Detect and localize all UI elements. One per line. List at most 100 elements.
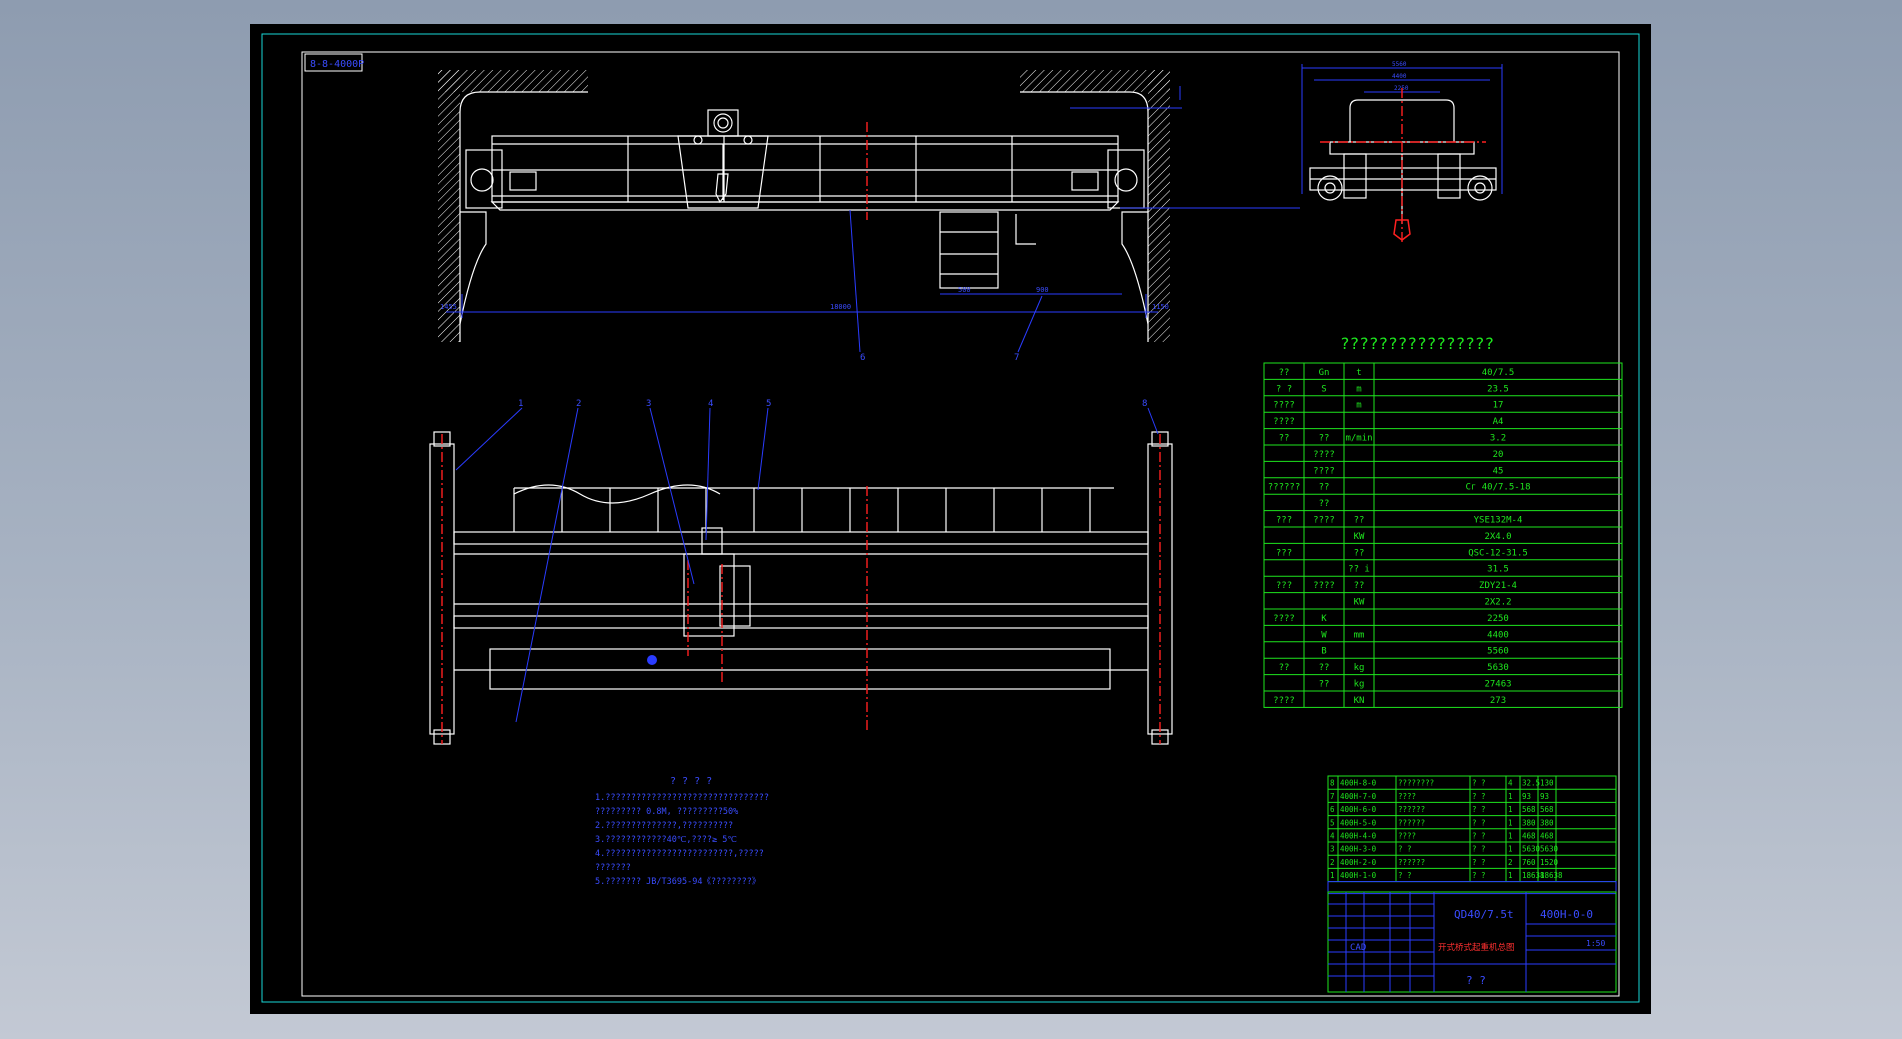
parts-list-cell: 400H-7-0 xyxy=(1340,792,1377,801)
parts-list-cell: 93 xyxy=(1522,792,1531,801)
parts-list-cell: ? ? xyxy=(1472,792,1486,801)
parts-list-cell: 568 xyxy=(1540,805,1554,814)
spec-table-cell: 45 xyxy=(1493,466,1504,476)
balloon-4: 4 xyxy=(708,399,713,409)
building-column-left xyxy=(438,70,460,342)
parts-list-cell: ? ? xyxy=(1472,845,1486,854)
title-block: QD40/7.5t 400H-0-0 开式桥式起重机总图 CAD ? ? 1:5… xyxy=(1327,891,1617,993)
spec-table-cell: ?? xyxy=(1319,663,1330,673)
parts-list-cell: 2 xyxy=(1330,858,1335,867)
plan-marker xyxy=(647,655,657,665)
parts-list-cell: 468 xyxy=(1540,832,1554,841)
girder-bottom-flange xyxy=(490,201,1120,211)
note-line-5: 4.?????????????????????????,????? xyxy=(595,849,764,859)
spec-table-cell: ?? xyxy=(1279,434,1290,444)
dim-left-end: 1455 xyxy=(440,303,457,311)
side-wheel-left xyxy=(1317,175,1343,201)
leader-1 xyxy=(455,407,523,471)
leader-8 xyxy=(1147,407,1159,435)
note-line-2: ????????? 0.8M, ?????????50% xyxy=(595,807,738,817)
parts-list-cell: 380 xyxy=(1540,818,1554,827)
parts-list-cell: 5630 xyxy=(1540,845,1559,854)
parts-list-cell: 400H-2-0 xyxy=(1340,858,1377,867)
plan-girder-front xyxy=(453,531,1149,545)
drawing-scale: 1:50 xyxy=(1586,939,1605,948)
parts-list-cell: 1 xyxy=(1508,805,1513,814)
technical-notes: ? ? ? ? 1.??????????????????????????????… xyxy=(595,776,769,887)
building-hatch-left xyxy=(438,70,588,92)
spec-table-cell: mm xyxy=(1354,630,1365,640)
parts-list-cell: 400H-5-0 xyxy=(1340,818,1377,827)
balloon-6: 6 xyxy=(860,353,865,363)
product-code: QD40/7.5t xyxy=(1454,908,1514,921)
parts-list-cell: ? ? xyxy=(1472,818,1486,827)
spec-table-cell: ??? xyxy=(1276,516,1292,526)
trolley-wheel xyxy=(693,135,703,145)
balloon-3: 3 xyxy=(646,399,651,409)
spec-table-cell: Gn xyxy=(1319,368,1330,378)
parts-list-cell: 8 xyxy=(1330,779,1335,788)
spec-table-cell: ?? xyxy=(1279,663,1290,673)
spec-table-cell: ???? xyxy=(1313,516,1335,526)
parts-list-cell: ? ? xyxy=(1398,871,1412,880)
parts-list-cell: ???????? xyxy=(1398,779,1434,788)
spec-table-cell: 27463 xyxy=(1484,680,1511,690)
spec-table-cell: Cг 40/7.5-18 xyxy=(1465,483,1530,493)
balloon-8: 8 xyxy=(1142,399,1147,409)
corbel-left xyxy=(459,211,487,325)
side-girder-left xyxy=(1343,153,1367,199)
spec-table-cell: kg xyxy=(1354,663,1365,673)
parts-list-cell: 32.5 xyxy=(1522,779,1540,788)
view-tag: 8-8-4000P xyxy=(310,59,364,70)
corbel-right xyxy=(1121,211,1149,325)
spec-table-cell: 273 xyxy=(1490,696,1506,706)
spec-table-cell: KN xyxy=(1354,696,1365,706)
parts-list-cell: 1 xyxy=(1508,871,1513,880)
plan-walkway xyxy=(489,648,1111,690)
parts-list-cell: 380 xyxy=(1522,818,1536,827)
plan-view: 1 2 3 4 5 8 xyxy=(429,399,1173,745)
leader-3 xyxy=(649,407,695,585)
operator-cab xyxy=(939,211,999,289)
parts-list-cell: 93 xyxy=(1540,792,1549,801)
spec-table-cell: ?? i xyxy=(1348,565,1370,575)
spec-table-cell: ?? xyxy=(1354,581,1365,591)
spec-table-cell: ???? xyxy=(1313,450,1335,460)
spec-table-cell: W xyxy=(1321,630,1327,640)
parts-list-cell: ?????? xyxy=(1398,818,1425,827)
spec-table-cell: m xyxy=(1356,384,1361,394)
spec-table-cell: ZDY21-4 xyxy=(1479,581,1517,591)
spec-table-cell: ???? xyxy=(1313,581,1335,591)
spec-table-cell: 40/7.5 xyxy=(1482,368,1515,378)
note-line-6: ??????? xyxy=(595,863,631,873)
spec-table-cell: YSE132M-4 xyxy=(1474,516,1523,526)
spec-table-cell: m/min xyxy=(1345,434,1372,444)
spec-table-cell: ?? xyxy=(1354,516,1365,526)
spec-table-cell: KW xyxy=(1354,598,1365,608)
spec-table-cell: ?????? xyxy=(1268,483,1301,493)
drawing-name: 开式桥式起重机总图 xyxy=(1438,942,1515,953)
parts-list-cell: ?????? xyxy=(1398,805,1425,814)
parts-list-cell: ? ? xyxy=(1472,779,1486,788)
parts-list-cell: ? ? xyxy=(1472,871,1486,880)
spec-table: ???????????????? ?? Gn t 40/7.5? ? Sm 23.5???… xyxy=(1263,334,1623,708)
spec-table-cell: K xyxy=(1321,614,1327,624)
side-girder-right xyxy=(1437,153,1461,199)
end-carriage-right xyxy=(1107,149,1145,209)
building-hatch-right xyxy=(1020,70,1170,92)
note-line-1: 1.???????????????????????????????? xyxy=(595,793,769,803)
wheel-left xyxy=(470,168,494,192)
parts-list-cell: 7 xyxy=(1330,792,1335,801)
spec-table-cell: ? ? xyxy=(1276,384,1292,394)
spec-table-cell: ??? xyxy=(1276,581,1292,591)
parts-list-cell: 2 xyxy=(1508,858,1513,867)
balloon-7: 7 xyxy=(1014,353,1019,363)
parts-list-cell: 400H-1-0 xyxy=(1340,871,1377,880)
spec-table-cell: 2250 xyxy=(1487,614,1509,624)
spec-table-cell: ??? xyxy=(1276,548,1292,558)
side-dim-total-text: 5560 xyxy=(1392,61,1407,68)
dim-right-end: 1150 xyxy=(1152,303,1169,311)
parts-list-cell: 5630 xyxy=(1522,845,1541,854)
parts-list-cell: 18638 xyxy=(1540,871,1563,880)
plan-girder-back xyxy=(453,615,1149,629)
